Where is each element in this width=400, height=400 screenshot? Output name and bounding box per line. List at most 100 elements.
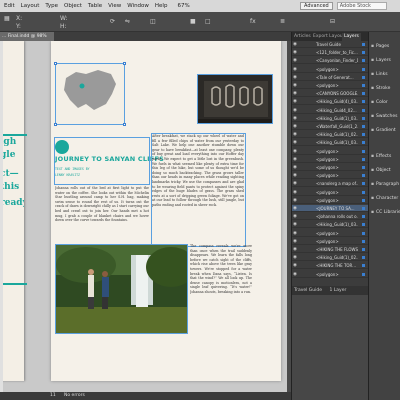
select-container-icon[interactable]: ◫ [150, 18, 156, 25]
visibility-icon[interactable]: ◉ [293, 238, 297, 245]
height-icon[interactable]: H: [60, 23, 67, 30]
visibility-icon[interactable]: ◉ [293, 164, 297, 171]
dock-item-effects[interactable]: ▪ Effects [371, 152, 400, 161]
map-frame[interactable] [54, 62, 126, 126]
visibility-icon[interactable]: ◉ [293, 115, 297, 122]
visibility-icon[interactable]: ◉ [293, 57, 297, 64]
visibility-icon[interactable]: ◉ [293, 156, 297, 163]
menu-table[interactable]: Table [88, 3, 102, 9]
layer-row[interactable]: ◉ Travel Guide [292, 41, 369, 48]
text-wrap-icon[interactable]: ≣ [280, 18, 285, 25]
tab-layers[interactable]: Layers [342, 33, 361, 41]
resize-handle[interactable] [123, 62, 126, 65]
layer-row[interactable]: ◉ <121_folder_to_Fic... [292, 49, 369, 57]
layer-row[interactable]: ◉ <polygon> [292, 271, 369, 278]
layer-row[interactable]: ◉ <Hiking_Guid(1)_02... [292, 254, 369, 262]
layer-row[interactable]: ◉ <Canyonlan_Finder_D... [292, 57, 369, 65]
layer-row[interactable]: ◉ <Hiking_Guid(1)_03... [292, 221, 369, 229]
visibility-icon[interactable]: ◉ [293, 98, 297, 105]
layer-row[interactable]: ◉ <polygon> [292, 66, 369, 73]
visibility-icon[interactable]: ◉ [293, 205, 297, 212]
layer-list[interactable]: ◉ Travel Guide ◉ <121_folder_to_Fic... ◉ <Can… [292, 41, 369, 281]
left-page[interactable]: igh gle ct— this ready [0, 41, 27, 381]
stroke-icon[interactable]: □ [205, 18, 211, 25]
resize-handle[interactable] [123, 123, 126, 126]
effects-icon[interactable]: fx [250, 18, 256, 25]
visibility-icon[interactable]: ◉ [293, 271, 297, 278]
waterfall-photo-frame[interactable] [55, 244, 188, 334]
visibility-icon[interactable]: ◉ [293, 49, 297, 56]
menu-type[interactable]: Type [45, 3, 58, 9]
menu-window[interactable]: Window [127, 3, 149, 9]
layer-row[interactable]: ◉ <polygon> [292, 164, 369, 171]
tab-articles[interactable]: Articles [292, 33, 313, 41]
flip-icon[interactable]: ⇋ [125, 18, 130, 25]
layer-row[interactable]: ◉ <CANYONS GOOGLE... [292, 90, 369, 98]
layer-row[interactable]: ◉ <JOURNEY TO SA... [292, 205, 369, 212]
resize-handle[interactable] [54, 123, 57, 126]
layer-row[interactable]: ◉ <polygon> [292, 156, 369, 163]
dock-item-swatches[interactable]: ▪ Swatches [371, 112, 400, 121]
layer-row[interactable]: ◉ <nanolerg a map of... [292, 180, 369, 188]
layer-row[interactable]: ◉ <HIKING THE FLOWS... [292, 246, 369, 253]
layer-row[interactable]: ◉ <Waterfall_Guid(1_2... [292, 123, 369, 130]
visibility-icon[interactable]: ◉ [293, 131, 297, 138]
visibility-icon[interactable]: ◉ [293, 246, 297, 253]
layer-row[interactable]: ◉ <polygon> [292, 197, 369, 204]
layer-row[interactable]: ◉ <polygon> [292, 172, 369, 180]
dock-item-links[interactable]: ▪ Links [371, 70, 400, 79]
layer-row[interactable]: ◉ <Hiking_Guid(1)_03... [292, 139, 369, 147]
visibility-icon[interactable]: ◉ [293, 139, 297, 146]
visibility-icon[interactable]: ◉ [293, 123, 297, 130]
visibility-icon[interactable]: ◉ [293, 90, 297, 97]
document-tab[interactable]: ... Final.indd @ 98% [0, 32, 54, 41]
menu-edit[interactable]: Edit [4, 3, 15, 9]
workspace-switcher[interactable]: Advanced [300, 2, 333, 10]
preflight-status[interactable]: No errors [64, 393, 85, 398]
layer-row[interactable]: ◉ <polygon> [292, 82, 369, 89]
dock-item-stroke[interactable]: ▪ Stroke [371, 84, 400, 93]
layer-row[interactable]: ◉ <polygon> [292, 189, 369, 196]
visibility-icon[interactable]: ◉ [293, 213, 297, 220]
visibility-icon[interactable]: ◉ [293, 221, 297, 228]
visibility-icon[interactable]: ◉ [293, 189, 297, 196]
visibility-icon[interactable]: ◉ [293, 41, 297, 48]
dock-item-paragraph[interactable]: ▪ Paragraph [371, 180, 400, 189]
dock-item-cc-libraries[interactable]: ▪CC Libraries [371, 208, 400, 217]
menu-object[interactable]: Object [64, 3, 82, 9]
layer-row[interactable]: ◉ <Hiking_Guid(1)_02... [292, 131, 369, 139]
rotate-icon[interactable]: ⟳ [110, 18, 115, 25]
layer-row[interactable]: ◉ <Hiking_Guid(1)_03... [292, 115, 369, 122]
menu-view[interactable]: View [108, 3, 121, 9]
page-number[interactable]: 11 [50, 393, 56, 398]
visibility-icon[interactable]: ◉ [293, 197, 297, 204]
visibility-icon[interactable]: ◉ [293, 230, 297, 237]
visibility-icon[interactable]: ◉ [293, 180, 297, 187]
visibility-icon[interactable]: ◉ [293, 254, 297, 261]
visibility-icon[interactable]: ◉ [293, 74, 297, 81]
fill-icon[interactable]: ■ [190, 18, 196, 25]
zoom-level[interactable]: 67% [177, 3, 189, 9]
dock-item-gradient[interactable]: ▪ Gradient [371, 126, 400, 135]
align-icon[interactable]: ⊟ [330, 18, 335, 25]
dock-item-object[interactable]: ▪ Object [371, 166, 400, 175]
layer-row[interactable]: ◉ <Tale of Generat... [292, 74, 369, 81]
y-position-icon[interactable]: Y: [16, 23, 21, 30]
width-icon[interactable]: W: [60, 15, 68, 22]
layer-row[interactable]: ◉ <Hiking_Guid(4)_03... [292, 98, 369, 106]
reference-point-icon[interactable]: ▦ [4, 15, 10, 22]
layer-row[interactable]: ◉ <HIKING THE TOR... [292, 262, 369, 270]
layer-row[interactable]: ◉ <polygon> [292, 148, 369, 155]
layer-row[interactable]: ◉ <Hiking_Guid4_02... [292, 107, 369, 114]
dock-item-color[interactable]: ▪ Color [371, 98, 400, 107]
layer-row[interactable]: ◉ <Johanna rolls out o... [292, 213, 369, 221]
resize-handle[interactable] [54, 62, 57, 65]
layer-row[interactable]: ◉ <polygon> [292, 238, 369, 245]
visibility-icon[interactable]: ◉ [293, 172, 297, 179]
visibility-icon[interactable]: ◉ [293, 82, 297, 89]
layer-row[interactable]: ◉ <polygon> [292, 230, 369, 237]
dock-item-character[interactable]: ▪ Character [371, 194, 400, 203]
dock-item-pages[interactable]: ▪ Pages [371, 42, 400, 51]
visibility-icon[interactable]: ◉ [293, 262, 297, 269]
stock-search-input[interactable]: Adobe Stock [336, 2, 387, 10]
